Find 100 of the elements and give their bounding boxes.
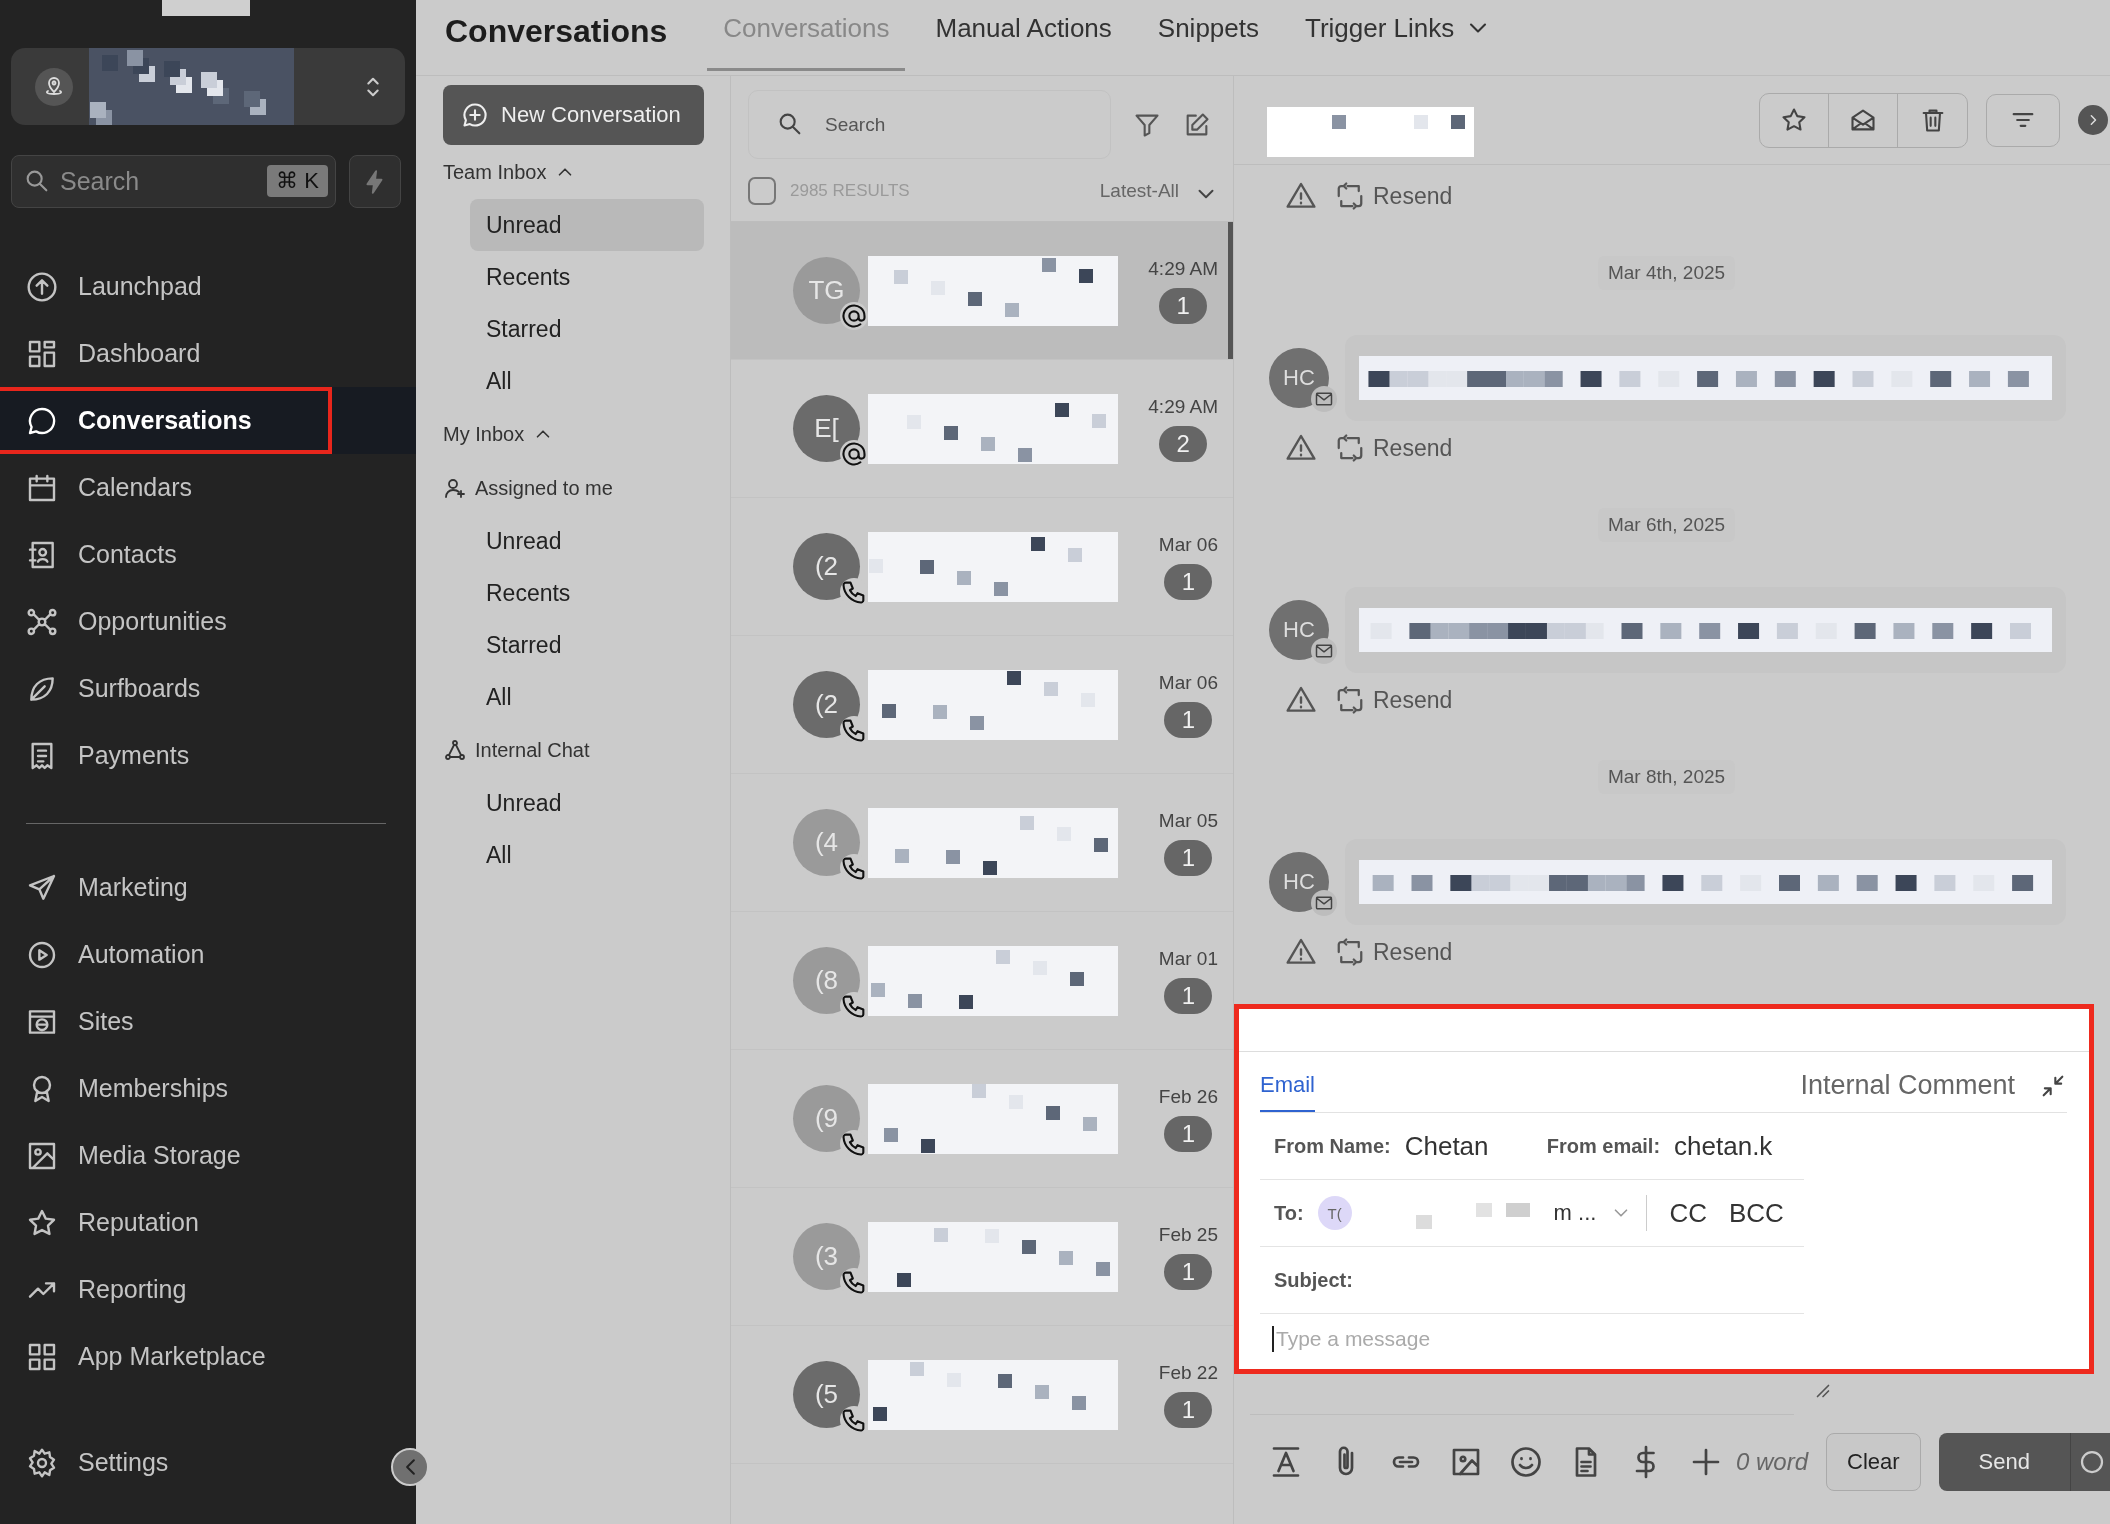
- resend-button[interactable]: Resend: [1335, 433, 1453, 463]
- nav-item[interactable]: Media Storage: [0, 1122, 416, 1189]
- tab[interactable]: Trigger Links: [1289, 0, 1509, 71]
- inbox-item[interactable]: Recents: [470, 567, 704, 619]
- conversation-row[interactable]: (2 Mar 06 1: [731, 636, 1233, 774]
- sort-dropdown[interactable]: Latest-All: [1099, 180, 1179, 202]
- location-pin-icon: [35, 67, 73, 106]
- expand-panel-button[interactable]: [2078, 105, 2108, 135]
- unread-count: 2: [1159, 425, 1208, 462]
- shortcut-badge: ⌘ K: [267, 165, 328, 197]
- field-label: From Name:: [1274, 1134, 1391, 1158]
- from-name-field[interactable]: Chetan: [1404, 1130, 1533, 1162]
- nav-item[interactable]: Settings: [0, 1429, 380, 1496]
- nav-item[interactable]: Marketing: [0, 854, 416, 921]
- field-label: From email:: [1546, 1134, 1661, 1158]
- field-label: Subject:: [1274, 1268, 1353, 1292]
- tab[interactable]: Snippets: [1141, 0, 1275, 71]
- nav-item[interactable]: Memberships: [0, 1055, 416, 1122]
- conversation-time: Feb 25: [1158, 1223, 1218, 1246]
- person-plus-icon: [443, 476, 467, 500]
- nav-item[interactable]: Sites: [0, 988, 416, 1055]
- inbox-item[interactable]: Recents: [470, 251, 704, 303]
- inbox-group-header[interactable]: Assigned to me: [443, 461, 704, 515]
- nav-item[interactable]: Conversations: [0, 387, 416, 454]
- nav-item[interactable]: Reputation: [0, 1189, 416, 1256]
- nav-item[interactable]: Surfboards: [0, 655, 416, 722]
- inbox-item[interactable]: Unread: [470, 199, 704, 251]
- nav-item[interactable]: Launchpad: [0, 253, 416, 320]
- scrollbar-thumb[interactable]: [1228, 222, 1233, 359]
- resend-button[interactable]: Resend: [1335, 685, 1453, 715]
- avatar-initials: (5: [814, 1379, 839, 1410]
- nav-item[interactable]: Dashboard: [0, 320, 416, 387]
- nav-item[interactable]: Calendars: [0, 454, 416, 521]
- nav-item[interactable]: Opportunities: [0, 588, 416, 655]
- phone-icon: [840, 578, 868, 606]
- avatar-initials: HC: [1283, 617, 1315, 643]
- conversation-time: Mar 05: [1158, 809, 1218, 832]
- inbox-group-header[interactable]: My Inbox: [443, 407, 704, 461]
- unread-count: 1: [1164, 977, 1213, 1014]
- conversation-time: Mar 06: [1158, 671, 1218, 694]
- inbox-item[interactable]: All: [470, 829, 704, 881]
- conversation-row[interactable]: (5 Feb 22 1: [731, 1326, 1233, 1464]
- recipient-chip[interactable]: T(: [1317, 1196, 1352, 1230]
- quick-action-button[interactable]: [349, 155, 401, 208]
- cc-link[interactable]: CC: [1669, 1197, 1707, 1229]
- new-conversation-button[interactable]: New Conversation: [443, 85, 704, 145]
- send-options-button[interactable]: [2070, 1433, 2110, 1491]
- conversation-time: 4:29 AM: [1148, 395, 1218, 418]
- inbox-item[interactable]: All: [470, 355, 704, 407]
- inbox-group-header[interactable]: Team Inbox: [443, 145, 704, 199]
- chat-plus-icon: [461, 101, 489, 129]
- phone-icon: [840, 854, 868, 882]
- conversation-row[interactable]: (8 Mar 01 1: [731, 912, 1233, 1050]
- inbox-group-header[interactable]: Internal Chat: [443, 723, 704, 777]
- search-field[interactable]: Search: [748, 90, 1111, 159]
- conversation-time: Mar 06: [1158, 533, 1218, 556]
- mail-icon: [1311, 890, 1337, 916]
- select-all-checkbox[interactable]: [748, 177, 776, 205]
- clear-button[interactable]: Clear: [1826, 1433, 1921, 1491]
- tab[interactable]: Manual Actions: [919, 0, 1128, 71]
- nav-item[interactable]: Reporting: [0, 1256, 416, 1323]
- conversation-row[interactable]: TG 4:29 AM 1: [731, 222, 1233, 360]
- inbox-item[interactable]: Unread: [470, 515, 704, 567]
- inbox-item[interactable]: Starred: [470, 619, 704, 671]
- field-label: To:: [1274, 1201, 1304, 1225]
- inbox-item[interactable]: Starred: [470, 303, 704, 355]
- inbox-item[interactable]: Unread: [470, 777, 704, 829]
- nav-item[interactable]: Contacts: [0, 521, 416, 588]
- settings-icon: [26, 1446, 58, 1479]
- tab[interactable]: Internal Comment: [1800, 1060, 2015, 1112]
- from-email-field[interactable]: chetan.k: [1674, 1130, 1773, 1162]
- top-handle[interactable]: [162, 0, 250, 16]
- account-switcher[interactable]: [11, 48, 405, 125]
- bcc-link[interactable]: BCC: [1728, 1197, 1784, 1229]
- conversation-time: Feb 22: [1158, 1361, 1218, 1384]
- conversation-time: Feb 26: [1158, 1085, 1218, 1108]
- conversation-time: 4:29 AM: [1148, 257, 1218, 280]
- star-icon: [1780, 106, 1808, 134]
- repeat-icon: [1335, 433, 1365, 463]
- smiley-icon[interactable]: [1508, 1444, 1544, 1480]
- at-sign-icon: [840, 440, 868, 468]
- conversation-row[interactable]: (4 Mar 05 1: [731, 774, 1233, 912]
- avatar-initials: (4: [814, 827, 839, 858]
- nav-item[interactable]: Payments: [0, 722, 416, 789]
- nav-item[interactable]: App Marketplace: [0, 1323, 416, 1390]
- send-button[interactable]: Send: [1938, 1433, 2070, 1491]
- resend-button[interactable]: Resend: [1335, 181, 1453, 211]
- resend-button[interactable]: Resend: [1335, 937, 1453, 967]
- conversation-row[interactable]: E[ 4:29 AM 2: [731, 360, 1233, 498]
- word-count: 0 word: [1736, 1448, 1809, 1476]
- at-sign-icon: [840, 302, 868, 330]
- nav-item[interactable]: Automation: [0, 921, 416, 988]
- unread-count: 1: [1164, 1253, 1213, 1290]
- inbox-item[interactable]: All: [470, 671, 704, 723]
- conversation-row[interactable]: (9 Feb 26 1: [731, 1050, 1233, 1188]
- conversation-row[interactable]: (2 Mar 06 1: [731, 498, 1233, 636]
- tab[interactable]: Email: [1260, 1060, 1315, 1112]
- avatar-initials: (9: [814, 1103, 839, 1134]
- conversation-row[interactable]: (3 Feb 25 1: [731, 1188, 1233, 1326]
- collapse-sidebar-button[interactable]: [391, 1448, 429, 1486]
